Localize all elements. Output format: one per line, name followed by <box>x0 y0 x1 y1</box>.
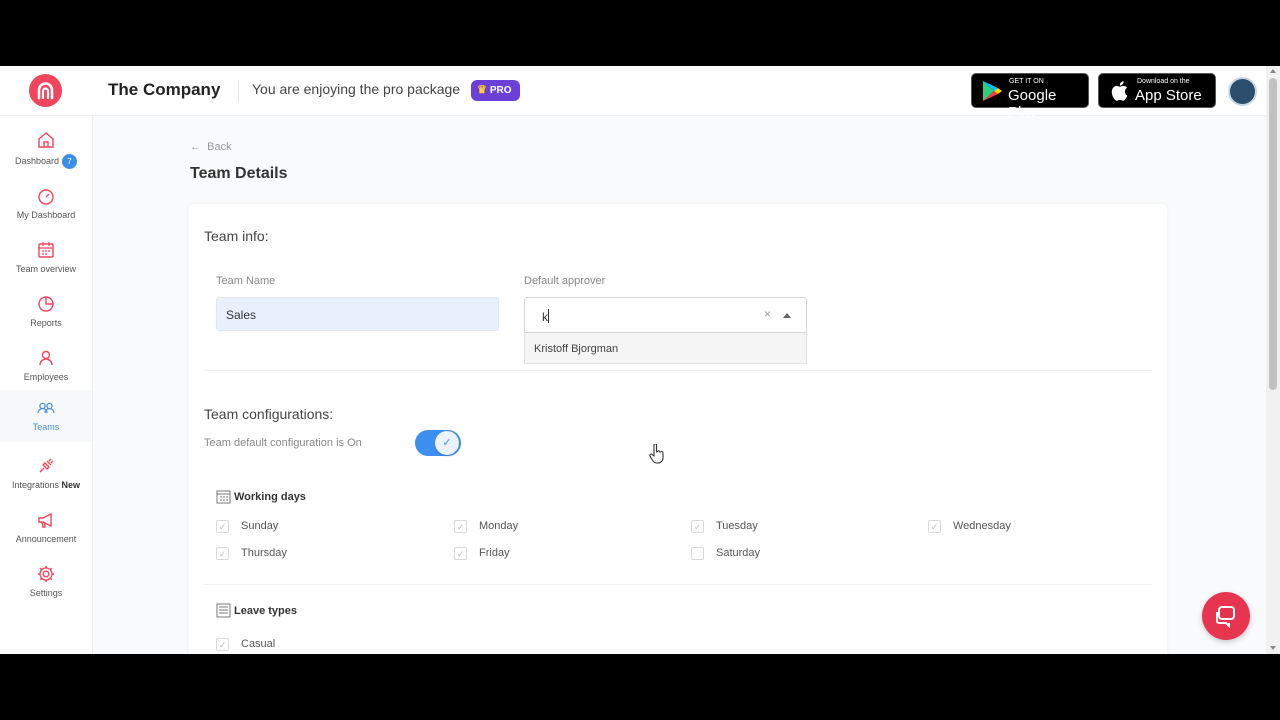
home-icon <box>38 132 54 148</box>
crown-icon: ♛ <box>477 84 487 96</box>
google-play-icon <box>983 81 1002 101</box>
sidebar-item-label: Reports <box>30 318 62 328</box>
checkbox[interactable]: ✓ <box>928 520 941 533</box>
chat-icon <box>1216 606 1235 628</box>
checkbox[interactable]: ✓ <box>216 520 229 533</box>
clear-icon[interactable]: × <box>764 307 771 321</box>
gear-icon <box>38 566 54 582</box>
users-icon <box>37 402 55 414</box>
team-name-label: Team Name <box>216 275 276 287</box>
default-approver-label: Default approver <box>524 275 606 287</box>
scroll-down-icon[interactable] <box>1270 646 1276 650</box>
main-content: ← Back Team Details Team info: Team Name… <box>93 116 1266 654</box>
list-icon <box>216 603 231 618</box>
team-name-input[interactable]: Sales <box>216 297 499 331</box>
pro-badge-label: PRO <box>489 85 512 96</box>
checkbox[interactable]: ✓ <box>454 520 467 533</box>
text-caret <box>548 309 549 323</box>
pro-badge[interactable]: ♛ PRO <box>471 80 520 101</box>
plug-icon <box>39 458 54 473</box>
promo-text: You are enjoying the pro package <box>252 81 461 97</box>
default-config-toggle[interactable]: ✓ <box>415 430 461 456</box>
sidebar-item-label: Announcement <box>15 534 77 544</box>
approver-option[interactable]: Kristoff Bjorgman <box>524 333 807 364</box>
sidebar-item-label: Team overview <box>15 264 77 274</box>
leave-types-title: Leave types <box>234 605 297 617</box>
notification-badge: 7 <box>62 154 78 169</box>
sidebar-item-my-dashboard[interactable]: My Dashboard <box>0 178 92 230</box>
page-scrollbar[interactable] <box>1266 66 1280 654</box>
check-icon: ✓ <box>435 431 459 455</box>
apple-icon <box>1111 81 1128 101</box>
sidebar-item-label: Dashboard <box>14 155 60 166</box>
app-window: The Company You are enjoying the pro pac… <box>0 66 1280 654</box>
sidebar-item-announcement[interactable]: Announcement <box>0 502 92 554</box>
pie-chart-icon <box>38 296 54 312</box>
chevron-up-icon[interactable] <box>783 313 791 318</box>
back-label: Back <box>207 141 232 153</box>
checkbox[interactable] <box>691 547 704 560</box>
checkbox[interactable]: ✓ <box>216 638 229 651</box>
sidebar-item-team-overview[interactable]: Team overview <box>0 232 92 284</box>
app-store-small: Download on the <box>1137 78 1190 85</box>
checkbox[interactable]: ✓ <box>691 520 704 533</box>
company-name: The Company <box>108 80 221 99</box>
default-approver-select[interactable]: k × <box>524 297 807 333</box>
user-avatar[interactable] <box>1228 77 1257 106</box>
sidebar-item-label: Employees <box>23 372 69 382</box>
sidebar-item-integrations[interactable]: Integrations New <box>0 448 92 500</box>
team-info-title: Team info: <box>204 228 269 244</box>
logo-icon <box>37 82 54 100</box>
section-divider <box>204 370 1152 371</box>
gauge-icon <box>38 189 54 205</box>
sidebar-item-label: Integrations <box>11 480 59 490</box>
top-header: The Company You are enjoying the pro pac… <box>0 66 1266 121</box>
google-play-small: GET IT ON <box>1009 78 1044 85</box>
calendar-grid-icon <box>216 490 231 504</box>
chat-button[interactable] <box>1202 592 1250 640</box>
header-divider <box>238 80 239 102</box>
new-tag: New <box>61 480 81 490</box>
user-icon <box>39 350 53 366</box>
calendar-icon <box>38 242 54 258</box>
working-days-title: Working days <box>234 491 306 503</box>
team-details-card: Team info: Team Name Sales Default appro… <box>189 204 1167 654</box>
app-logo[interactable] <box>29 74 62 107</box>
back-link[interactable]: ← Back <box>190 141 232 153</box>
sidebar-item-settings[interactable]: Settings <box>0 556 92 608</box>
page-title: Team Details <box>190 165 288 182</box>
arrow-left-icon: ← <box>190 141 201 153</box>
scroll-up-icon[interactable] <box>1270 69 1276 73</box>
scrollbar-thumb[interactable] <box>1269 78 1277 390</box>
sidebar-item-teams[interactable]: Teams <box>0 390 92 442</box>
checkbox[interactable]: ✓ <box>216 547 229 560</box>
team-config-title: Team configurations: <box>204 406 334 422</box>
default-config-text: Team default configuration is On <box>204 437 362 449</box>
app-store-big: App Store <box>1135 87 1202 104</box>
sidebar-item-label: Teams <box>32 422 60 432</box>
section-divider <box>204 584 1152 585</box>
sidebar: Dashboard 7 My Dashboard Team overview Re… <box>0 116 93 654</box>
hand-cursor-icon <box>649 443 665 469</box>
app-store-button[interactable]: Download on the App Store <box>1098 73 1216 108</box>
sidebar-item-dashboard[interactable]: Dashboard 7 <box>0 122 92 174</box>
megaphone-icon <box>38 512 52 528</box>
sidebar-item-label: My Dashboard <box>16 210 76 220</box>
checkbox[interactable]: ✓ <box>454 547 467 560</box>
sidebar-item-employees[interactable]: Employees <box>0 340 92 392</box>
google-play-button[interactable]: GET IT ON Google Play <box>971 73 1089 121</box>
sidebar-item-label: Settings <box>29 588 63 598</box>
sidebar-item-reports[interactable]: Reports <box>0 286 92 338</box>
